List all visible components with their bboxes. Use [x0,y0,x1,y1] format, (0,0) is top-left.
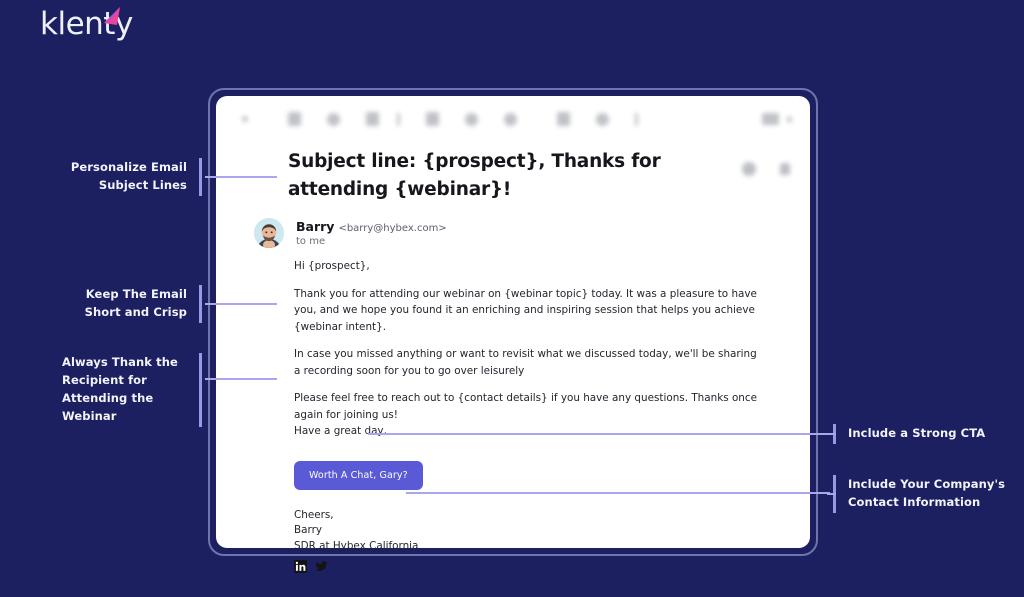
snooze-icon[interactable] [426,112,439,126]
twitter-icon[interactable] [315,560,328,573]
body-paragraph-2: In case you missed anything or want to r… [294,348,757,377]
annotation-line: Include a Strong CTA [848,426,986,440]
body-sign-off: Have a great day, [294,425,387,437]
annotation-line: Personalize Email [70,160,187,174]
back-arrow-icon[interactable] [242,116,248,122]
annotation-contact-info: Include Your Company's Contact Informati… [833,475,1023,513]
more-options-icon[interactable] [596,112,609,126]
annotation-line: Attending the [62,391,154,405]
star-icon[interactable] [742,162,756,176]
email-card: Subject line: {prospect}, Thanks for att… [216,96,810,573]
connector-line-keep-short [205,303,277,305]
klenty-logo: klenty [40,5,133,43]
connector-line-contact-info [406,492,830,494]
annotation-line: Always Thank the [62,355,178,369]
connector-line-strong-cta [368,433,830,435]
signature-line-1: Cheers, [294,508,334,521]
social-links [294,560,758,573]
annotation-line: Recipient for [62,373,147,387]
body-greeting: Hi {prospect}, [294,260,370,272]
signature-line-3: SDR at Hybex California [294,539,419,552]
email-signature: Cheers, Barry SDR at Hybex California [294,508,758,573]
signature-line-2: Barry [294,524,323,536]
archive-icon[interactable] [288,112,301,126]
body-closing-paragraph: Please feel free to reach out to {contac… [294,392,757,421]
recipient-label: to me [296,236,326,247]
sender-name: Barry [296,219,335,234]
avatar [254,218,284,248]
subject-actions [742,162,790,176]
annotation-thank-recipient: Always Thank the Recipient for Attending… [62,353,202,427]
sender-text: Barry <barry@hybex.com> to me [296,218,447,247]
print-icon[interactable] [780,163,790,175]
sender-email: <barry@hybex.com> [338,223,447,234]
delete-icon[interactable] [366,112,379,126]
annotation-line: Subject Lines [98,178,187,192]
body-paragraph-1: Thank you for attending our webinar on {… [294,287,757,333]
connector-line-personalize [205,176,277,178]
linkedin-icon[interactable] [294,560,307,573]
add-task-icon[interactable] [465,112,478,126]
email-preview-frame: Subject line: {prospect}, Thanks for att… [208,88,818,573]
annotation-line: Short and Crisp [84,305,187,319]
annotation-strong-cta: Include a Strong CTA [833,424,1013,444]
open-in-new-icon[interactable] [762,113,779,125]
report-spam-icon[interactable] [327,112,340,126]
subject-row: Subject line: {prospect}, Thanks for att… [216,142,810,204]
cta-button[interactable]: Worth A Chat, Gary? [294,460,423,490]
chevron-down-icon[interactable] [787,116,792,122]
move-to-icon[interactable] [504,112,517,126]
print-icon[interactable] [635,112,638,126]
email-body: Hi {prospect}, Thank you for attending o… [216,248,810,573]
annotation-line: Contact Information [848,495,981,509]
annotation-line: Include Your Company's [848,477,1006,491]
labels-icon[interactable] [557,112,570,126]
connector-line-thank-recipient [205,378,277,380]
mark-unread-icon[interactable] [397,112,400,126]
klenty-spark-icon [104,7,120,25]
annotation-keep-short: Keep The Email Short and Crisp [62,285,202,323]
email-subject: Subject line: {prospect}, Thanks for att… [288,151,661,200]
annotation-personalize-subject: Personalize Email Subject Lines [62,158,202,196]
mail-toolbar [216,96,810,142]
sender-row: Barry <barry@hybex.com> to me [216,204,810,248]
annotation-line: Keep The Email [85,287,187,301]
annotation-line: Webinar [62,409,117,423]
